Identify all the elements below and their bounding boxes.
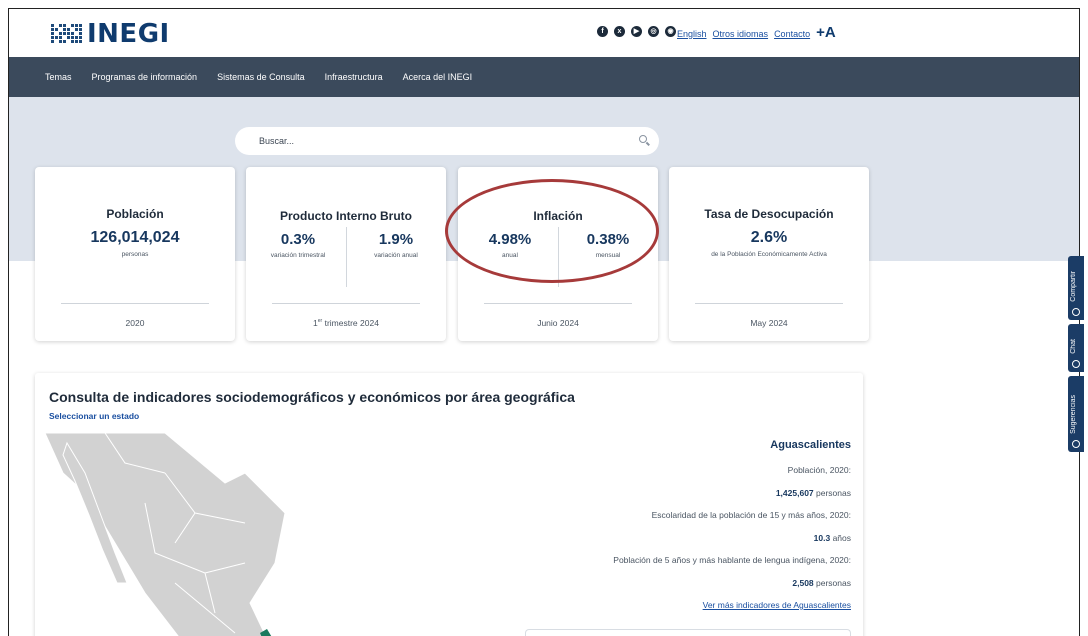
chat-icon [1072,360,1080,368]
mexico-map[interactable] [45,433,345,636]
sub-panel [525,629,851,636]
card-col-divider [346,227,347,287]
state-info: Aguascalientes Población, 2020: 1,425,60… [491,439,851,610]
facebook-icon[interactable]: f [597,26,608,37]
state-name: Aguascalientes [770,439,851,451]
social-links: f x ▶ ◎ ◉ [597,26,676,37]
card-divider [272,303,420,304]
search-icon[interactable] [639,135,647,143]
side-tab-label: Compartir [1070,271,1077,302]
card-col-right: 1.9% variación anual [348,231,444,259]
card-col-left: 0.3% variación trimestral [250,231,346,259]
card-title: Población [106,207,164,221]
english-link[interactable]: English [677,29,707,39]
side-tab-label: Sugerencias [1070,395,1077,434]
share-icon [1072,308,1080,316]
main-nav: Temas Programas de información Sistemas … [9,57,1079,97]
card-period: May 2024 [750,318,788,328]
logo-text: INEGI [87,19,170,49]
side-tab-label: Chat [1070,339,1077,354]
card-period: 2020 [125,318,145,328]
card-period: Junio 2024 [537,318,579,328]
side-tab-share[interactable]: Compartir [1068,256,1084,320]
other-languages-link[interactable]: Otros idiomas [713,29,769,39]
youtube-icon[interactable]: ▶ [631,26,642,37]
card-title: Tasa de Desocupación [704,207,834,221]
browser-page: INEGI f x ▶ ◎ ◉ English Otros idiomas Co… [8,8,1080,636]
top-bar: INEGI f x ▶ ◎ ◉ English Otros idiomas Co… [9,9,1079,57]
inegi-logo[interactable]: INEGI [51,19,170,49]
side-tab-chat[interactable]: Chat [1068,324,1084,372]
card-value: 0.3% [280,231,316,248]
panel-title: Consulta de indicadores sociodemográfico… [49,389,575,405]
card-value: 1.9% [378,231,414,248]
nav-item-sistemas[interactable]: Sistemas de Consulta [217,72,305,82]
contact-link[interactable]: Contacto [774,29,810,39]
card-pib[interactable]: Producto Interno Bruto 0.3% variación tr… [246,167,446,341]
card-divider [695,303,843,304]
card-period: 1er trimestre 2024 [313,318,379,328]
search-input[interactable]: Buscar... [235,127,659,155]
nav-item-temas[interactable]: Temas [45,72,72,82]
top-links: English Otros idiomas Contacto +A [677,24,836,41]
side-tab-suggestions[interactable]: Sugerencias [1068,376,1084,452]
card-desocupacion[interactable]: Tasa de Desocupación 2.6% de la Població… [669,167,869,341]
population-value: 1,425,607 personas [775,488,851,498]
indigenous-label: Población de 5 años y más hablante de le… [613,555,851,565]
card-unit: personas [121,251,149,258]
instagram-icon[interactable]: ◎ [648,26,659,37]
x-icon[interactable]: x [614,26,625,37]
select-state-link[interactable]: Seleccionar un estado [49,411,139,421]
nav-item-programas[interactable]: Programas de información [92,72,198,82]
logo-mark-icon [51,24,83,44]
card-divider [61,303,209,304]
population-label: Población, 2020: [787,465,851,475]
schooling-value: 10.3 años [813,533,851,543]
card-divider [484,303,632,304]
card-unit: de la Población Económicamente Activa [711,251,827,258]
card-label: variación trimestral [270,252,326,259]
card-poblacion[interactable]: Población 126,014,024 personas 2020 [35,167,235,341]
card-value: 2.6% [750,229,788,246]
map-northwest [45,433,286,636]
card-label: variación anual [374,252,418,259]
card-value: 126,014,024 [90,229,180,246]
more-indicators-link[interactable]: Ver más indicadores de Aguascalientes [491,600,851,610]
schooling-label: Escolaridad de la población de 15 y más … [651,510,851,520]
nav-item-infraestructura[interactable]: Infraestructura [325,72,383,82]
highlight-oval [445,179,659,283]
edit-icon [1072,440,1080,448]
search-placeholder: Buscar... [259,136,295,146]
geo-indicators-panel: Consulta de indicadores sociodemográfico… [35,373,863,636]
indigenous-value: 2,508 personas [792,578,851,588]
rss-icon[interactable]: ◉ [665,26,676,37]
font-size-button[interactable]: +A [816,24,836,41]
nav-item-acerca[interactable]: Acerca del INEGI [403,72,473,82]
card-title: Producto Interno Bruto [280,209,412,223]
